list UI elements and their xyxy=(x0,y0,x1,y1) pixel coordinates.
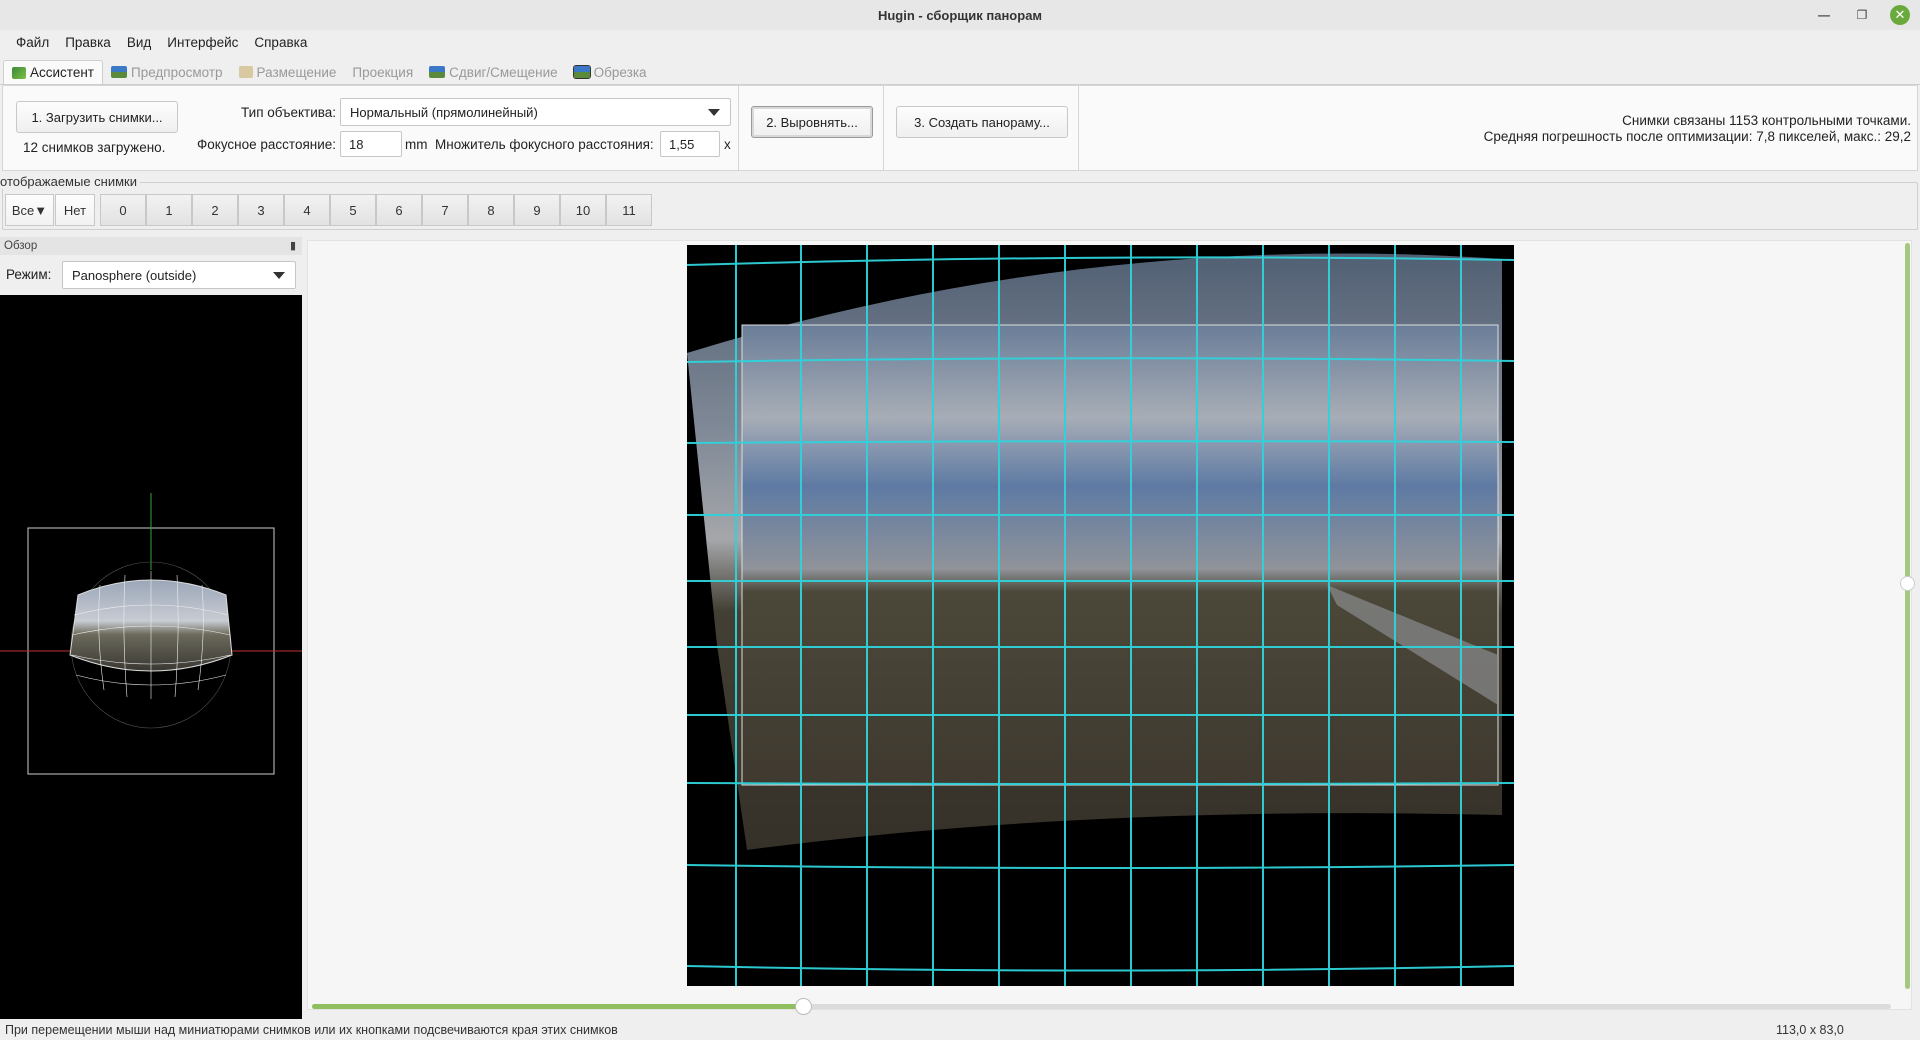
menu-help[interactable]: Справка xyxy=(246,35,315,50)
optimization-error-status: Средняя погрешность после оптимизации: 7… xyxy=(1483,129,1911,144)
tab-label: Ассистент xyxy=(30,65,94,80)
focal-unit: mm xyxy=(405,137,428,152)
vertical-fov-slider[interactable] xyxy=(1905,243,1910,989)
tab-preview[interactable]: Предпросмотр xyxy=(103,60,231,84)
menubar: Файл Правка Вид Интерфейс Справка xyxy=(0,30,1920,54)
pin-icon[interactable]: ▮ xyxy=(290,239,296,252)
image-toggle-5[interactable]: 5 xyxy=(330,194,376,226)
displayed-images-legend: отображаемые снимки xyxy=(0,174,140,189)
image-toggle-2[interactable]: 2 xyxy=(192,194,238,226)
panosphere-view[interactable] xyxy=(0,295,302,1019)
tab-crop[interactable]: Обрезка xyxy=(566,60,655,84)
chevron-down-icon xyxy=(273,272,285,279)
image-toggle-3[interactable]: 3 xyxy=(238,194,284,226)
fov-readout: 113,0 x 83,0 xyxy=(1776,1023,1844,1037)
assistant-panel: 1. Загрузить снимки... 12 снимков загруж… xyxy=(2,85,1918,171)
main-tabs: Ассистент Предпросмотр Размещение Проекц… xyxy=(0,60,1920,85)
tab-label: Предпросмотр xyxy=(130,64,223,80)
displayed-images-group: отображаемые снимки Все▼ Нет 0 1 2 3 4 5… xyxy=(0,172,1920,232)
images-loaded-text: 12 снимков загружено. xyxy=(23,140,166,155)
lens-type-select[interactable]: Нормальный (прямолинейный) xyxy=(340,98,731,126)
tab-layout[interactable]: Размещение xyxy=(231,60,345,84)
image-toggle-0[interactable]: 0 xyxy=(100,194,146,226)
overview-title: Обзор xyxy=(4,240,38,252)
move-icon xyxy=(429,66,446,78)
lens-type-label: Тип объектива: xyxy=(241,105,337,120)
multiplier-input[interactable]: 1,55 xyxy=(660,131,720,157)
menu-interface[interactable]: Интерфейс xyxy=(159,35,246,50)
status-message: При перемещении мыши над миниатюрами сни… xyxy=(5,1023,618,1037)
tab-label: Сдвиг/Смещение xyxy=(449,64,558,80)
image-toggle-11[interactable]: 11 xyxy=(606,194,652,226)
tab-projection[interactable]: Проекция xyxy=(344,60,421,84)
close-icon[interactable]: ✕ xyxy=(1890,5,1910,25)
separator xyxy=(1078,86,1079,170)
focal-length-input[interactable]: 18 xyxy=(340,131,402,157)
mode-select[interactable]: Panosphere (outside) xyxy=(62,261,296,289)
tab-assistant[interactable]: Ассистент xyxy=(3,60,103,84)
image-toggle-9[interactable]: 9 xyxy=(514,194,560,226)
status-bar: При перемещении мыши над миниатюрами сни… xyxy=(0,1020,1920,1040)
wand-icon xyxy=(12,66,26,79)
overview-panel: Обзор ▮ Режим: Panosphere (outside) xyxy=(0,237,302,1019)
mode-label: Режим: xyxy=(6,267,52,282)
multiplier-unit: x xyxy=(724,137,731,152)
window-controls: — ❐ ✕ xyxy=(1814,5,1910,25)
menu-edit[interactable]: Правка xyxy=(57,35,119,50)
horizontal-fov-handle[interactable] xyxy=(795,998,812,1015)
menu-file[interactable]: Файл xyxy=(8,35,57,50)
panorama-preview[interactable] xyxy=(687,245,1514,986)
select-none-button[interactable]: Нет xyxy=(55,194,95,226)
overview-mode-bar: Режим: Panosphere (outside) xyxy=(0,255,302,295)
tab-move-drag[interactable]: Сдвиг/Смещение xyxy=(421,60,566,84)
chevron-down-icon xyxy=(708,109,720,116)
select-all-button[interactable]: Все▼ xyxy=(5,194,54,226)
mode-value: Panosphere (outside) xyxy=(72,267,197,283)
load-images-button[interactable]: 1. Загрузить снимки... xyxy=(16,101,178,133)
horizontal-fov-fill xyxy=(312,1004,804,1009)
tab-label: Проекция xyxy=(352,64,414,80)
lens-type-value: Нормальный (прямолинейный) xyxy=(350,104,538,120)
image-toggle-6[interactable]: 6 xyxy=(376,194,422,226)
image-toggle-10[interactable]: 10 xyxy=(560,194,606,226)
control-points-status: Снимки связаны 1153 контрольными точками… xyxy=(1622,113,1911,128)
create-panorama-button[interactable]: 3. Создать панораму... xyxy=(896,106,1068,138)
menu-view[interactable]: Вид xyxy=(119,35,159,50)
image-toggle-8[interactable]: 8 xyxy=(468,194,514,226)
vertical-fov-handle[interactable] xyxy=(1900,576,1915,591)
crop-icon xyxy=(572,65,591,79)
window-titlebar: Hugin - сборщик панорам — ❐ ✕ xyxy=(0,0,1920,30)
maximize-icon[interactable]: ❐ xyxy=(1852,5,1872,25)
tab-label: Обрезка xyxy=(593,64,647,80)
tab-label: Размещение xyxy=(256,64,337,80)
landscape-icon xyxy=(110,66,127,78)
multiplier-label: Множитель фокусного расстояния: xyxy=(435,137,654,152)
focal-length-label: Фокусное расстояние: xyxy=(197,137,337,152)
overview-header: Обзор ▮ xyxy=(0,237,302,255)
separator xyxy=(738,86,739,170)
separator xyxy=(883,86,884,170)
image-toggle-7[interactable]: 7 xyxy=(422,194,468,226)
minimize-icon[interactable]: — xyxy=(1814,5,1834,25)
layout-icon xyxy=(238,66,253,78)
window-title: Hugin - сборщик панорам xyxy=(877,7,1043,23)
image-toggle-1[interactable]: 1 xyxy=(146,194,192,226)
align-button[interactable]: 2. Выровнять... xyxy=(751,106,873,138)
image-toggle-4[interactable]: 4 xyxy=(284,194,330,226)
